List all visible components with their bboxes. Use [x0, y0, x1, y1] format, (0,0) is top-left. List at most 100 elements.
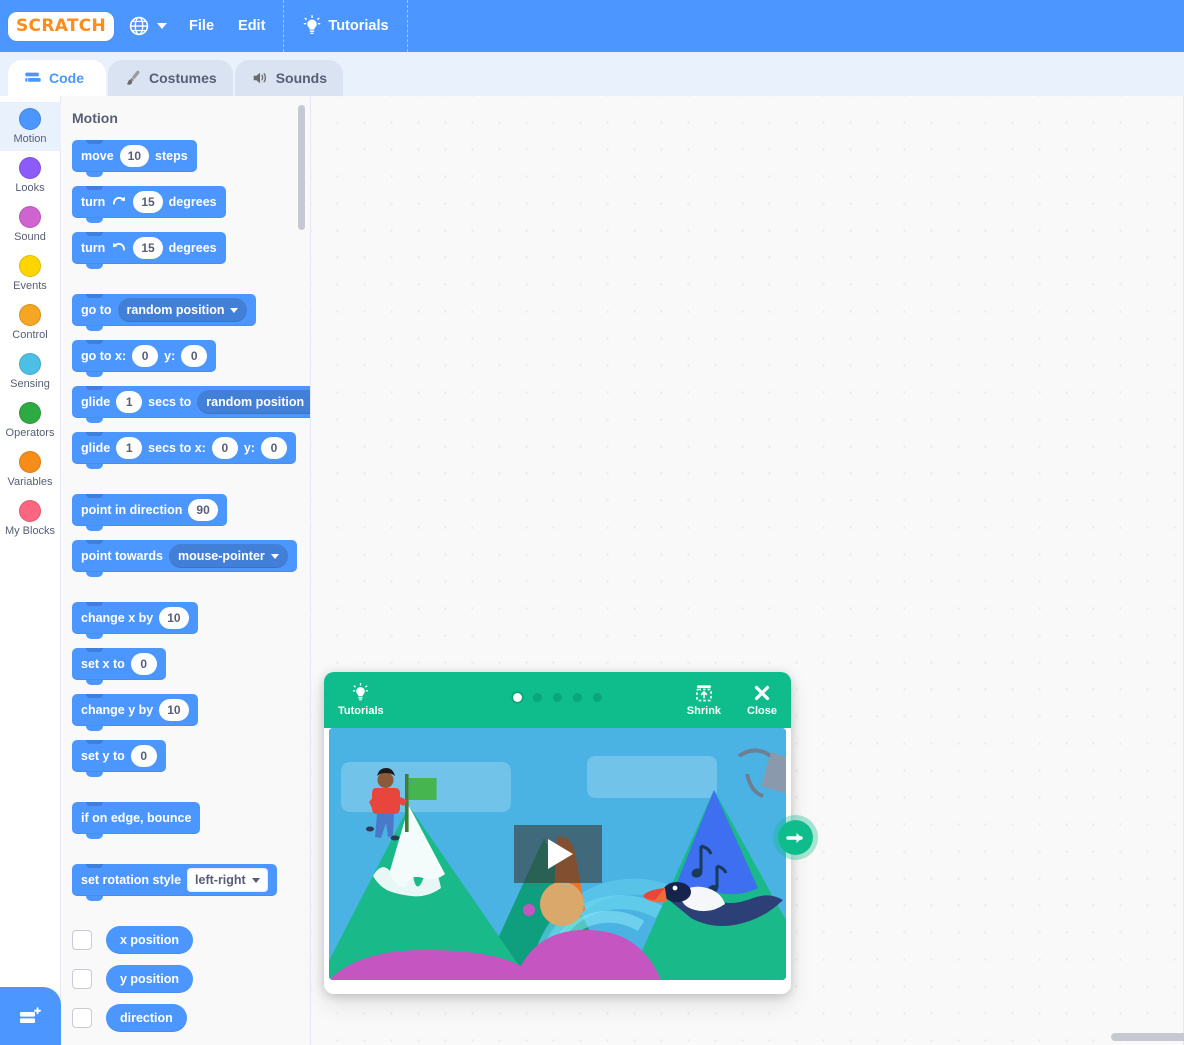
block-move-steps[interactable]: move 10 steps: [72, 140, 197, 177]
sidebar-item-variables[interactable]: Variables: [0, 445, 61, 494]
add-extension-button[interactable]: [0, 987, 61, 1045]
block-input-y[interactable]: 0: [130, 745, 157, 767]
block-input-y[interactable]: 0: [181, 345, 208, 367]
tab-code[interactable]: Code: [8, 60, 106, 96]
block-label: set x to: [81, 657, 125, 671]
block-label: steps: [155, 149, 188, 163]
chevron-down-icon: [251, 877, 260, 883]
sidebar-item-looks[interactable]: Looks: [0, 151, 61, 200]
block-glide-to[interactable]: glide 1 secs to random position: [72, 386, 311, 423]
sidebar-item-label: Events: [13, 280, 47, 292]
block-input-y[interactable]: 0: [260, 437, 287, 459]
block-set-x-to[interactable]: set x to 0: [72, 648, 166, 685]
block-dropdown-target[interactable]: random position: [197, 390, 311, 414]
edit-menu-button[interactable]: Edit: [226, 0, 277, 52]
sidebar-item-control[interactable]: Control: [0, 298, 61, 347]
pagination-dot-1[interactable]: [513, 693, 522, 702]
block-input-steps[interactable]: 10: [119, 145, 150, 167]
block-input-direction[interactable]: 90: [188, 499, 218, 521]
block-label: turn: [81, 241, 106, 255]
tutorial-next-button[interactable]: [773, 815, 818, 860]
pagination-dot-4[interactable]: [573, 693, 582, 702]
chevron-down-icon: [270, 553, 279, 559]
chevron-down-icon: [230, 307, 239, 313]
pagination-dot-5[interactable]: [593, 693, 602, 702]
sidebar-item-events[interactable]: Events: [0, 249, 61, 298]
speaker-icon: [253, 72, 266, 84]
block-set-y-to[interactable]: set y to 0: [72, 740, 166, 777]
block-if-on-edge-bounce[interactable]: if on edge, bounce: [72, 802, 201, 839]
block-glide-to-xy[interactable]: glide 1 secs to x: 0 y: 0: [72, 432, 296, 469]
block-input-degrees[interactable]: 15: [133, 237, 163, 259]
block-turn-clockwise[interactable]: turn 15 degrees: [72, 186, 226, 223]
tutorial-video-thumbnail[interactable]: [329, 728, 786, 980]
file-menu-button[interactable]: File: [177, 0, 226, 52]
category-color-dot: [19, 255, 41, 277]
category-color-dot: [19, 304, 41, 326]
dropdown-value: random position: [206, 395, 305, 409]
category-color-dot: [19, 500, 41, 522]
block-input-secs[interactable]: 1: [116, 437, 143, 459]
category-color-dot: [19, 402, 41, 424]
block-x-position[interactable]: x position: [106, 926, 194, 954]
block-palette[interactable]: Motion move 10 steps turn 15 degrees tur…: [61, 96, 311, 1045]
play-button-icon: [547, 839, 573, 869]
block-label: set rotation style: [81, 873, 182, 887]
block-label: if on edge, bounce: [81, 811, 192, 825]
arrow-right-icon: [785, 832, 803, 843]
block-dropdown-towards[interactable]: mouse-pointer: [168, 544, 288, 568]
shrink-label: Shrink: [686, 705, 722, 717]
block-label: turn: [81, 195, 106, 209]
sidebar-item-sensing[interactable]: Sensing: [0, 347, 61, 396]
language-menu-button[interactable]: [114, 0, 177, 52]
pagination-dot-3[interactable]: [553, 693, 562, 702]
block-set-rotation-style[interactable]: set rotation style left-right: [72, 864, 277, 901]
block-direction[interactable]: direction: [106, 1004, 187, 1032]
sidebar-item-label: Looks: [15, 182, 45, 194]
block-label: y:: [164, 349, 176, 363]
block-point-in-direction[interactable]: point in direction 90: [72, 494, 227, 531]
tutorial-card-body: [324, 728, 791, 994]
block-turn-counterclockwise[interactable]: turn 15 degrees: [72, 232, 226, 269]
block-dropdown-rotation-style[interactable]: left-right: [187, 868, 268, 892]
sidebar-item-label: Control: [12, 329, 48, 341]
block-input-secs[interactable]: 1: [116, 391, 143, 413]
close-label: Close: [747, 705, 777, 717]
block-label: degrees: [168, 241, 217, 255]
block-y-position[interactable]: y position: [106, 965, 194, 993]
block-input-dx[interactable]: 10: [159, 607, 189, 629]
block-go-to[interactable]: go to random position: [72, 294, 257, 331]
tab-costumes[interactable]: Costumes: [108, 60, 233, 96]
tab-sounds[interactable]: Sounds: [234, 60, 344, 96]
sidebar-item-sound[interactable]: Sound: [0, 200, 61, 249]
tab-costumes-label: Costumes: [149, 70, 217, 86]
block-label: move: [81, 149, 114, 163]
block-change-y-by[interactable]: change y by 10: [72, 694, 198, 731]
dropdown-value: mouse-pointer: [177, 549, 265, 563]
block-point-towards[interactable]: point towards mouse-pointer: [72, 540, 297, 577]
pagination-dot-2[interactable]: [533, 693, 542, 702]
menu-bar: SCRATCH File Edit Tutorials: [0, 0, 1184, 52]
globe-icon: [129, 16, 149, 36]
tutorials-menu-button[interactable]: Tutorials: [290, 0, 400, 52]
checkbox-direction[interactable]: [72, 1008, 92, 1028]
play-button[interactable]: [513, 825, 602, 883]
block-input-x[interactable]: 0: [132, 345, 159, 367]
block-input-x[interactable]: 0: [211, 437, 238, 459]
block-change-x-by[interactable]: change x by 10: [72, 602, 198, 639]
sidebar-item-my-blocks[interactable]: My Blocks: [0, 494, 61, 543]
block-dropdown-target[interactable]: random position: [117, 298, 248, 322]
scratch-logo-text: SCRATCH: [15, 14, 107, 36]
checkbox-x-position[interactable]: [72, 930, 92, 950]
workspace-horizontal-scrollbar[interactable]: [1111, 1033, 1184, 1041]
scratch-logo[interactable]: SCRATCH: [8, 11, 115, 41]
dropdown-value: left-right: [195, 873, 246, 887]
block-go-to-xy[interactable]: go to x: 0 y: 0: [72, 340, 217, 377]
sidebar-item-operators[interactable]: Operators: [0, 396, 61, 445]
sidebar-item-motion[interactable]: Motion: [0, 102, 61, 151]
block-input-x[interactable]: 0: [130, 653, 157, 675]
block-input-degrees[interactable]: 15: [133, 191, 163, 213]
block-input-dy[interactable]: 10: [159, 699, 189, 721]
checkbox-y-position[interactable]: [72, 969, 92, 989]
chevron-down-icon: [310, 400, 311, 405]
